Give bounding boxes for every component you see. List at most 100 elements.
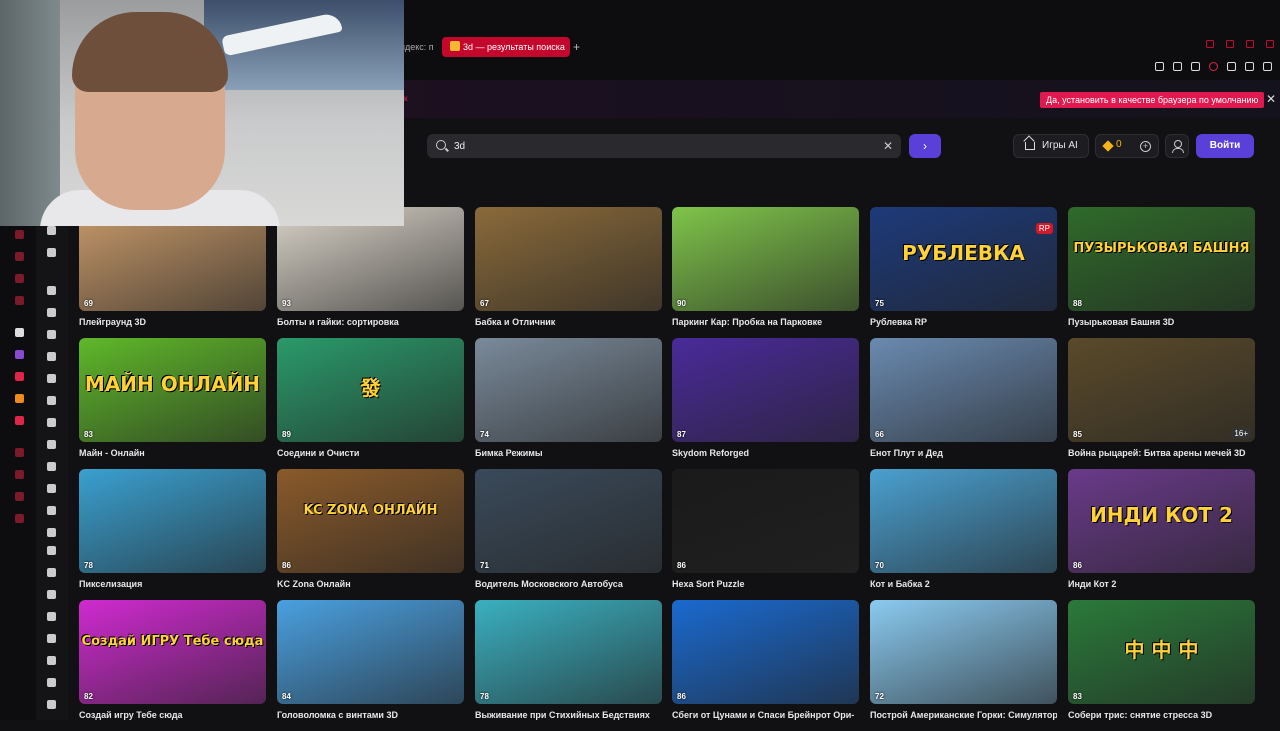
game-title[interactable]: Skydom Reforged <box>672 448 859 462</box>
game-thumbnail[interactable]: 86 <box>672 469 859 573</box>
search-input[interactable] <box>454 138 874 154</box>
send-icon[interactable] <box>1191 62 1200 71</box>
game-title[interactable]: Бабка и Отличник <box>475 317 662 331</box>
game-thumbnail[interactable]: 87 <box>672 338 859 442</box>
game-title[interactable]: Головоломка с винтами 3D <box>277 710 464 724</box>
game-title[interactable]: Hexa Sort Puzzle <box>672 579 859 593</box>
tab-active[interactable]: 3d — результаты поиска <box>442 37 570 57</box>
sidebar-app-icon[interactable] <box>15 492 24 501</box>
game-card[interactable]: 86 Сбеги от Цунами и Спаси Брейнрот Ори- <box>672 600 859 731</box>
game-card[interactable]: 78 Выживание при Стихийных Бедствиях <box>475 600 662 731</box>
game-thumbnail[interactable]: 78 <box>475 600 662 704</box>
game-card[interactable]: 84 Головоломка с винтами 3D <box>277 600 464 731</box>
game-title[interactable]: Майн - Онлайн <box>79 448 266 462</box>
menu-item-icon[interactable] <box>47 440 56 449</box>
game-card[interactable]: 71 Водитель Московского Автобуса <box>475 469 662 600</box>
game-card[interactable]: 93 Болты и гайки: сортировка <box>277 207 464 338</box>
game-card[interactable]: 72 Построй Американские Горки: Симулятор <box>870 600 1057 731</box>
user-icon[interactable] <box>47 308 56 317</box>
running-icon[interactable] <box>47 330 56 339</box>
restore-icon[interactable] <box>1246 40 1254 48</box>
game-card[interactable]: 90 Паркинг Кар: Пробка на Парковке <box>672 207 859 338</box>
game-title[interactable]: KC Zona Онлайн <box>277 579 464 593</box>
game-thumbnail[interactable]: 70 <box>870 469 1057 573</box>
menu-item-icon[interactable] <box>47 546 56 555</box>
game-title[interactable]: Пузырьковая Башня 3D <box>1068 317 1255 331</box>
game-thumbnail[interactable]: МАЙН ОНЛАЙН 83 <box>79 338 266 442</box>
sidebar-app-icon[interactable] <box>15 252 24 261</box>
game-title[interactable]: Енот Плут и Дед <box>870 448 1057 462</box>
menu-item-icon[interactable] <box>47 634 56 643</box>
menu-item-icon[interactable] <box>47 352 56 361</box>
menu-item-icon[interactable] <box>47 678 56 687</box>
game-thumbnail[interactable]: 78 <box>79 469 266 573</box>
game-title[interactable]: Бимка Режимы <box>475 448 662 462</box>
minimize-icon[interactable] <box>1226 40 1234 48</box>
game-thumbnail[interactable]: 90 <box>672 207 859 311</box>
game-card[interactable]: Создай ИГРУ Тебе сюда 82 Создай игру Тебе … <box>79 600 266 731</box>
sidebar-app-icon[interactable] <box>15 448 24 457</box>
game-thumbnail[interactable]: 16+ 85 <box>1068 338 1255 442</box>
menu-item-icon[interactable] <box>47 528 56 537</box>
game-title[interactable]: Построй Американские Горки: Симулятор <box>870 710 1057 724</box>
menu-item-icon[interactable] <box>47 484 56 493</box>
game-thumbnail[interactable]: РУБЛЕВКА RP 75 <box>870 207 1057 311</box>
game-card[interactable]: 74 Бимка Режимы <box>475 338 662 469</box>
game-card[interactable]: KC ZONA ОНЛАЙН 86 KC Zona Онлайн <box>277 469 464 600</box>
menu-item-icon[interactable] <box>47 506 56 515</box>
game-card[interactable]: 16+ 85 Война рыцарей: Битва арены мечей 3D <box>1068 338 1255 469</box>
game-card[interactable]: 70 Кот и Бабка 2 <box>870 469 1057 600</box>
login-button[interactable]: Войти <box>1196 134 1254 158</box>
game-title[interactable]: Болты и гайки: сортировка <box>277 317 464 331</box>
game-card[interactable]: ПУЗЫРЬКОВАЯ БАШНЯ 88 Пузырьковая Башня 3D <box>1068 207 1255 338</box>
game-card[interactable]: 78 Пикселизация <box>79 469 266 600</box>
game-title[interactable]: Соедини и Очисти <box>277 448 464 462</box>
game-title[interactable]: Выживание при Стихийных Бедствиях <box>475 710 662 724</box>
yandex-icon[interactable] <box>15 372 24 381</box>
ai-games-button[interactable]: Игры AI <box>1013 134 1089 158</box>
sidebar-app-icon[interactable] <box>15 296 24 305</box>
game-card[interactable]: 67 Бабка и Отличник <box>475 207 662 338</box>
banner-close-icon[interactable]: ✕ <box>1266 92 1278 106</box>
list-icon[interactable] <box>47 286 56 295</box>
sidebar-app-icon[interactable] <box>15 470 24 479</box>
set-default-browser-button[interactable]: Да, установить в качестве браузера по ум… <box>1040 92 1265 108</box>
game-card[interactable]: РУБЛЕВКА RP 75 Рублевка RP <box>870 207 1057 338</box>
new-tab-button[interactable]: + <box>573 37 585 57</box>
game-card[interactable]: 86 Hexa Sort Puzzle <box>672 469 859 600</box>
game-card[interactable]: 69 Плейграунд 3D <box>79 207 266 338</box>
game-thumbnail[interactable]: 發 89 <box>277 338 464 442</box>
sidebar-app-icon[interactable] <box>15 230 24 239</box>
game-thumbnail[interactable]: 84 <box>277 600 464 704</box>
bookmark-icon[interactable] <box>1155 62 1164 71</box>
download-icon[interactable] <box>1245 62 1254 71</box>
profile-button[interactable] <box>1165 134 1189 158</box>
game-title[interactable]: Война рыцарей: Битва арены мечей 3D <box>1068 448 1255 462</box>
game-title[interactable]: Пикселизация <box>79 579 266 593</box>
game-thumbnail[interactable]: KC ZONA ОНЛАЙН 86 <box>277 469 464 573</box>
game-thumbnail[interactable]: 72 <box>870 600 1057 704</box>
tab-previous[interactable]: ндекс: п <box>400 38 434 56</box>
heart-icon[interactable] <box>47 248 56 257</box>
game-thumbnail[interactable]: 86 <box>672 600 859 704</box>
menu-item-icon[interactable] <box>47 462 56 471</box>
game-title[interactable]: Кот и Бабка 2 <box>870 579 1057 593</box>
menu-item-icon[interactable] <box>47 568 56 577</box>
game-title[interactable]: Водитель Московского Автобуса <box>475 579 662 593</box>
game-card[interactable]: МАЙН ОНЛАЙН 83 Майн - Онлайн <box>79 338 266 469</box>
game-thumbnail[interactable]: Создай ИГРУ Тебе сюда 82 <box>79 600 266 704</box>
game-thumbnail[interactable]: 74 <box>475 338 662 442</box>
menu-item-icon[interactable] <box>47 612 56 621</box>
extensions-icon[interactable] <box>1227 62 1236 71</box>
game-thumbnail[interactable]: 71 <box>475 469 662 573</box>
game-thumbnail[interactable]: 66 <box>870 338 1057 442</box>
game-card[interactable]: ИНДИ КОТ 2 86 Инди Кот 2 <box>1068 469 1255 600</box>
game-card[interactable]: 66 Енот Плут и Дед <box>870 338 1057 469</box>
coin-balance[interactable]: 0 + <box>1095 134 1159 158</box>
game-title[interactable]: Инди Кот 2 <box>1068 579 1255 593</box>
clear-search-icon[interactable]: ✕ <box>883 138 893 154</box>
game-card[interactable]: 87 Skydom Reforged <box>672 338 859 469</box>
menu-item-icon[interactable] <box>47 656 56 665</box>
sidebar-app-icon[interactable] <box>15 394 24 403</box>
settings-icon[interactable] <box>15 514 24 523</box>
